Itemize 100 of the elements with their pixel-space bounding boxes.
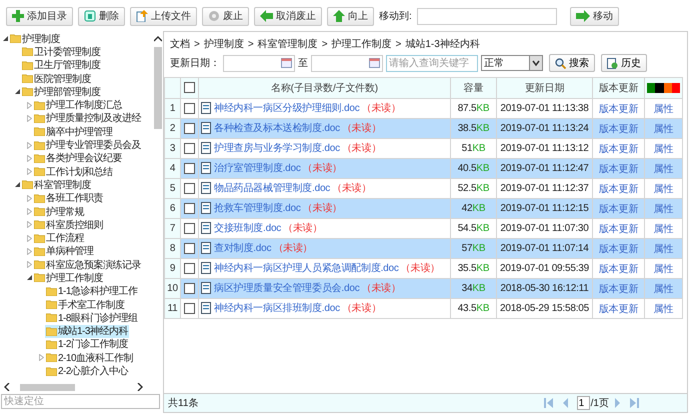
tree-item[interactable]: 科室管理制度 [21,178,92,192]
tree-item[interactable]: 1-2门诊工作制度 [45,338,129,351]
expanded-arrow-icon[interactable] [3,36,8,42]
collapsed-arrow-icon[interactable] [27,221,32,228]
expanded-arrow-icon[interactable] [27,275,32,280]
collapsed-arrow-icon[interactable] [27,102,32,109]
tree-item[interactable]: 2-10血液科工作制 [45,351,134,364]
row-checkbox[interactable] [184,162,195,174]
breadcrumb-item[interactable]: 护理制度 [204,37,244,51]
row-checkbox[interactable] [184,202,195,214]
tree-item[interactable]: 城站1-3神经内科 [45,324,129,338]
tree-item[interactable]: 护理工作制度汇总 [33,98,123,112]
breadcrumb-item[interactable]: 文档 [170,37,190,51]
breadcrumb-separator: > [396,38,402,50]
document-icon [201,302,212,314]
collapsed-arrow-icon[interactable] [27,208,32,215]
tree-item[interactable]: 1-1急诊科护理工作 [45,284,138,298]
tree-item[interactable]: 护理工作制度 [33,271,104,284]
scroll-up-icon[interactable] [154,36,162,42]
tree-item[interactable]: 护理部管理制度 [21,85,102,98]
tree-item[interactable]: 2-2心脏介入中心 [45,364,129,378]
row-checkbox[interactable] [184,102,195,114]
scroll-right-icon[interactable] [137,383,143,391]
file-link[interactable]: 查对制度.doc [214,240,272,254]
file-link[interactable]: 各种检查及标本送检制度.doc [214,120,340,134]
toolbar-button[interactable]: 废止 [202,6,249,26]
collapsed-arrow-icon[interactable] [27,261,32,268]
tree-item[interactable]: 科室质控细则 [33,218,104,232]
status-dropdown[interactable]: 正常 [481,55,543,71]
first-page-icon[interactable] [544,398,553,408]
row-checkbox[interactable] [184,182,195,194]
collapsed-arrow-icon[interactable] [27,248,32,255]
tree-item[interactable]: 护理专业管理委员会及 [33,138,142,152]
history-button[interactable]: 历史 [601,54,647,72]
tree-item[interactable]: 各班工作职责 [33,192,104,205]
toolbar-button[interactable]: 取消废止 [254,6,322,26]
row-checkbox[interactable] [184,262,195,274]
file-link[interactable]: 神经内科一病区分级护理细则.doc [214,100,360,114]
file-link[interactable]: 物品药品器械管理制度.doc [214,180,330,194]
file-link[interactable]: 护理查房与业务学习制度.doc [214,140,340,154]
expanded-arrow-icon[interactable] [15,182,20,188]
row-checkbox[interactable] [184,142,195,154]
tree-item[interactable]: 工作流程 [33,232,85,245]
scrollbar-thumb[interactable] [154,47,162,129]
tree-item[interactable]: 各类护理会议纪要 [33,152,123,165]
collapsed-arrow-icon[interactable] [39,354,44,362]
toolbar-button[interactable]: 添加目录 [6,6,73,26]
row-checkbox[interactable] [184,242,195,254]
row-checkbox[interactable] [184,122,195,134]
quick-locate-field[interactable]: 快速定位 [1,394,160,409]
page-number-field[interactable]: 1 [576,396,590,410]
document-icon [201,282,212,294]
tree-item[interactable]: 卫计委管理制度 [21,45,102,58]
expanded-arrow-icon[interactable] [15,89,20,94]
tree-item[interactable]: 护理制度 [9,32,61,46]
tree-item[interactable]: 脑卒中护理管理 [33,125,114,138]
select-all-checkbox[interactable] [184,82,195,94]
tree-item[interactable]: 卫生厅管理制度 [21,58,102,72]
scrollbar-thumb[interactable] [20,384,75,390]
move-button[interactable]: 移动 [570,6,619,26]
file-link[interactable]: 神经内科一病区护理人员紧急调配制度.doc [214,260,399,274]
tree-item[interactable]: 科室应急预案演练记录 [33,258,142,272]
toolbar-button[interactable]: 上传文件 [130,6,197,26]
move-target-field[interactable] [416,8,557,24]
tree-item[interactable]: 护理质量控制及改进经 [33,112,142,125]
file-link[interactable]: 病区护理质量安全管理委员会.doc [214,280,360,294]
collapsed-arrow-icon[interactable] [27,168,32,176]
collapsed-arrow-icon[interactable] [27,114,32,122]
keyword-field[interactable]: 请输入查询关键字 [386,54,478,72]
file-link[interactable]: 神经内科一病区排班制度.doc [214,300,340,314]
scroll-left-icon[interactable] [4,383,10,391]
previous-page-icon[interactable] [560,398,570,408]
breadcrumb-item[interactable]: 城站1-3神经内科 [405,37,480,51]
date-cell: 2019-07-01 11:13:24 [496,118,592,138]
date-field[interactable] [223,54,295,72]
collapsed-arrow-icon[interactable] [27,234,32,242]
tree-item[interactable]: 工作计划和总结 [33,165,114,178]
tree-item[interactable]: 手术室工作制度 [45,298,126,312]
file-link[interactable]: 交接班制度.doc [214,220,282,234]
next-page-icon[interactable] [613,398,622,408]
tree-item[interactable]: 单病种管理 [33,244,94,258]
file-link[interactable]: 治疗室管理制度.doc [214,160,301,174]
last-page-icon[interactable] [630,398,639,408]
toolbar-button[interactable]: 向上 [327,6,374,26]
tree-item[interactable]: 护理常规 [33,205,85,218]
date-field[interactable] [311,54,383,72]
row-checkbox[interactable] [184,302,195,314]
search-button[interactable]: 搜索 [549,54,595,72]
breadcrumb-item[interactable]: 科室管理制度 [258,37,318,51]
collapsed-arrow-icon[interactable] [27,194,32,202]
breadcrumb-item[interactable]: 护理工作制度 [332,37,392,51]
row-checkbox[interactable] [184,222,195,234]
tree-item[interactable]: 1-8眼科门诊护理组 [45,311,138,324]
tree-item[interactable]: 医院管理制度 [21,72,92,86]
toolbar-button[interactable]: 删除 [78,6,125,26]
collapsed-arrow-icon[interactable] [27,154,32,162]
row-checkbox[interactable] [184,282,195,294]
folder-icon [22,47,33,56]
file-link[interactable]: 抢救车管理制度.doc [214,200,301,214]
collapsed-arrow-icon[interactable] [27,142,32,149]
